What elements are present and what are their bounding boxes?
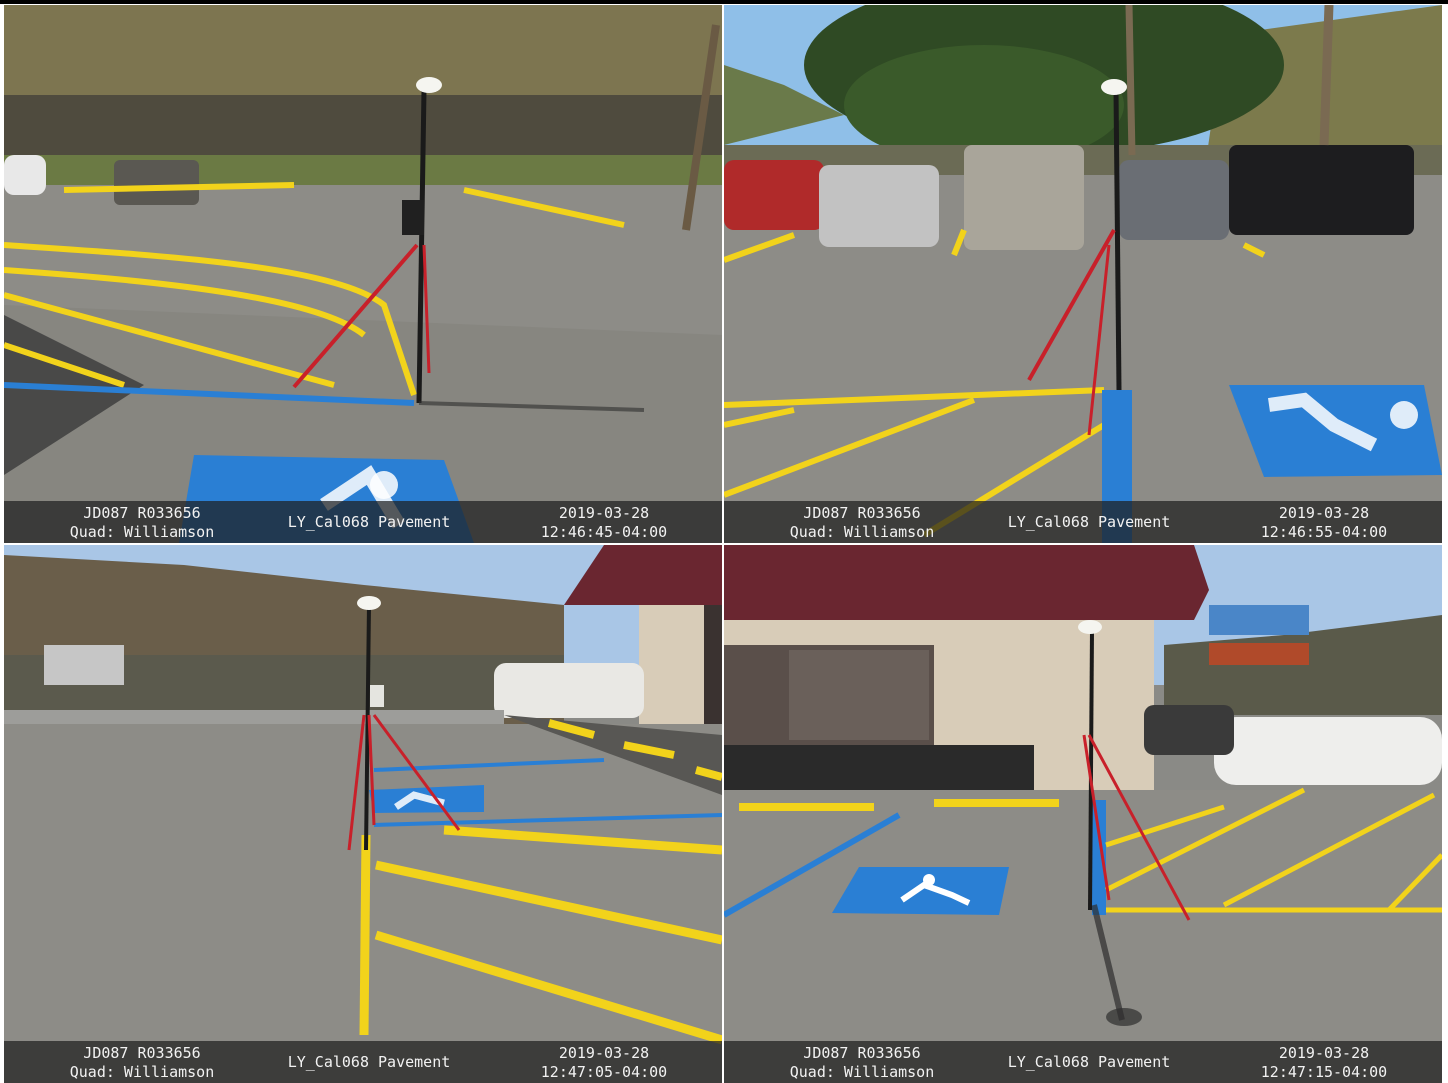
quad-name: Quad: Williamson <box>789 1063 935 1081</box>
station-id: JD087 R033656 <box>83 1044 201 1062</box>
photo-scene-4 <box>724 545 1442 1083</box>
photo-scene-1 <box>4 5 722 543</box>
point-label: LY_Cal068 Pavement <box>1007 1053 1171 1071</box>
photo-time: 12:46:55-04:00 <box>1260 523 1388 541</box>
photo-date: 2019-03-28 <box>558 504 650 522</box>
quad-name: Quad: Williamson <box>69 523 215 541</box>
photo-caption: JD087 R033656 Quad: Williamson LY_Cal068… <box>4 501 722 543</box>
photo-date: 2019-03-28 <box>1278 1044 1370 1062</box>
photo-date: 2019-03-28 <box>1278 504 1370 522</box>
photo-date: 2019-03-28 <box>558 1044 650 1062</box>
station-id: JD087 R033656 <box>803 1044 921 1062</box>
point-label: LY_Cal068 Pavement <box>287 1053 451 1071</box>
photo-time: 12:47:05-04:00 <box>540 1063 668 1081</box>
caption-timestamp-block: 2019-03-28 12:47:15-04:00 <box>1224 1044 1424 1082</box>
caption-station-block: JD087 R033656 Quad: Williamson <box>42 1044 242 1082</box>
caption-station-block: JD087 R033656 Quad: Williamson <box>42 504 242 542</box>
top-border <box>0 0 1448 4</box>
photo-time: 12:47:15-04:00 <box>1260 1063 1388 1081</box>
station-id: JD087 R033656 <box>803 504 921 522</box>
caption-timestamp-block: 2019-03-28 12:46:45-04:00 <box>504 504 704 542</box>
photo-panel-2: JD087 R033656 Quad: Williamson LY_Cal068… <box>724 5 1442 543</box>
photo-scene-2 <box>724 5 1442 543</box>
quad-name: Quad: Williamson <box>789 523 935 541</box>
caption-timestamp-block: 2019-03-28 12:47:05-04:00 <box>504 1044 704 1082</box>
quad-name: Quad: Williamson <box>69 1063 215 1081</box>
photo-panel-4: JD087 R033656 Quad: Williamson LY_Cal068… <box>724 545 1442 1083</box>
photo-panel-3: JD087 R033656 Quad: Williamson LY_Cal068… <box>4 545 722 1083</box>
caption-station-block: JD087 R033656 Quad: Williamson <box>762 1044 962 1082</box>
photo-scene-3 <box>4 545 722 1083</box>
station-id: JD087 R033656 <box>83 504 201 522</box>
point-label: LY_Cal068 Pavement <box>287 513 451 531</box>
caption-timestamp-block: 2019-03-28 12:46:55-04:00 <box>1224 504 1424 542</box>
caption-station-block: JD087 R033656 Quad: Williamson <box>762 504 962 542</box>
photo-caption: JD087 R033656 Quad: Williamson LY_Cal068… <box>724 1041 1442 1083</box>
photo-time: 12:46:45-04:00 <box>540 523 668 541</box>
photo-caption: JD087 R033656 Quad: Williamson LY_Cal068… <box>724 501 1442 543</box>
point-label: LY_Cal068 Pavement <box>1007 513 1171 531</box>
photo-caption: JD087 R033656 Quad: Williamson LY_Cal068… <box>4 1041 722 1083</box>
photo-panel-1: JD087 R033656 Quad: Williamson LY_Cal068… <box>4 5 722 543</box>
